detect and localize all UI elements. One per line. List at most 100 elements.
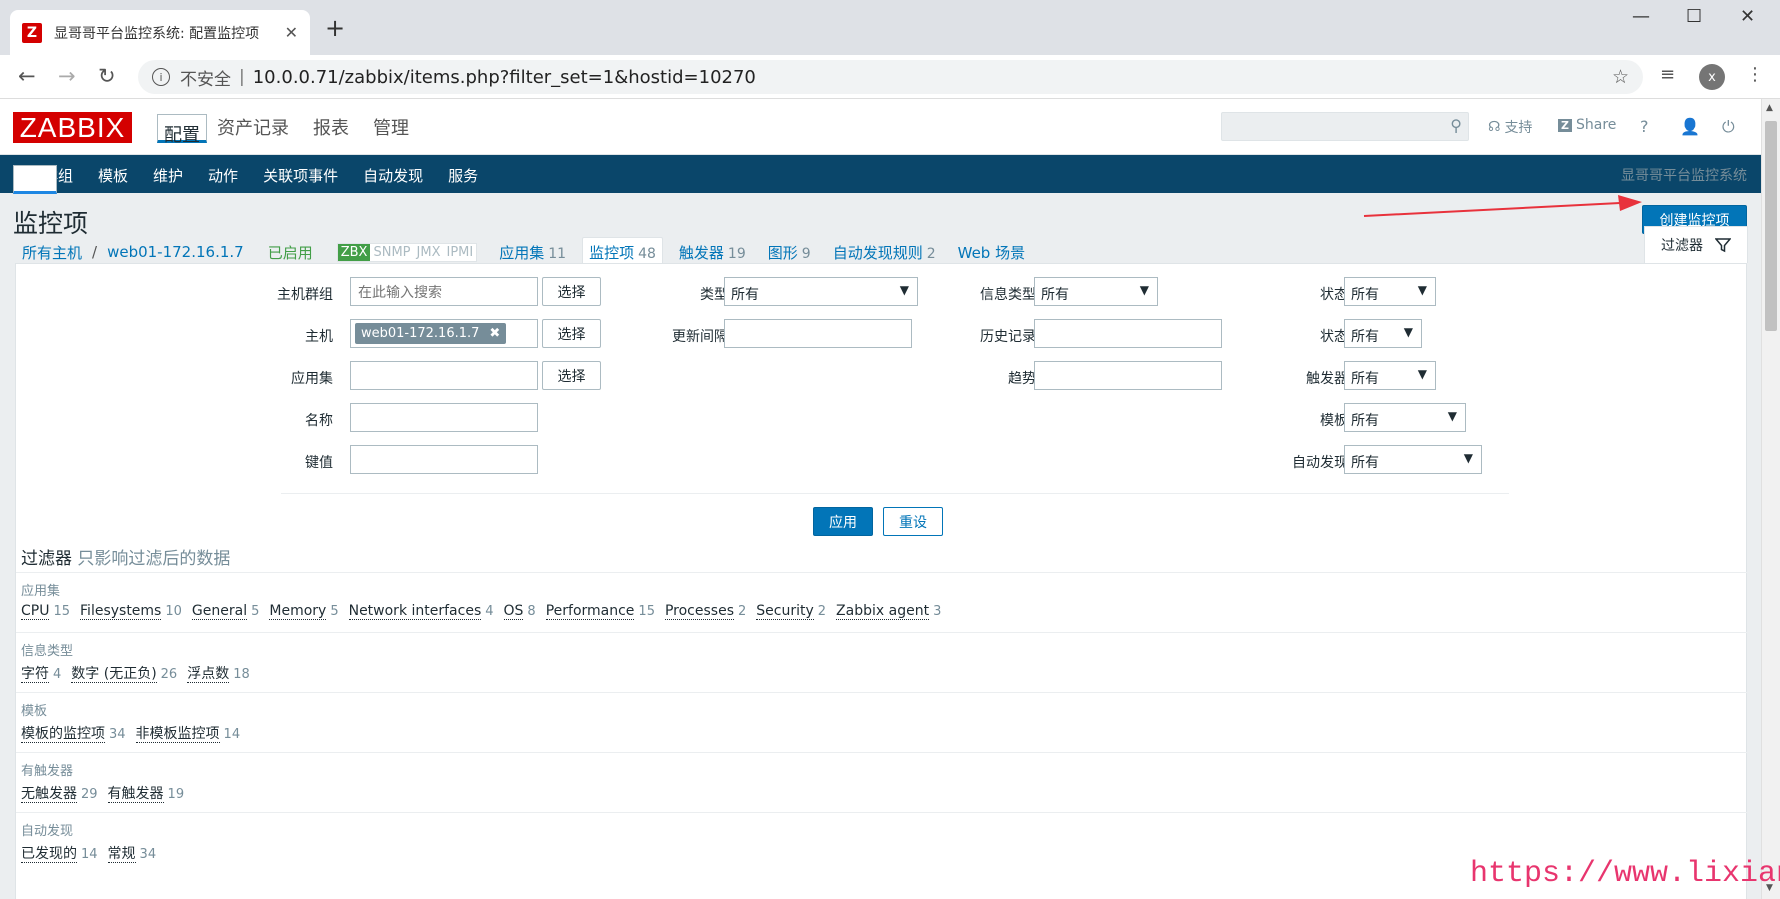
subfilter-item[interactable]: General 5 (191, 603, 259, 620)
breadcrumb-all-hosts[interactable]: 所有主机 (22, 242, 82, 263)
type-select[interactable]: 所有 ▼ (724, 277, 918, 306)
subfilter-item-name: 常规 (107, 846, 136, 863)
global-search-input[interactable]: ⚲ (1221, 112, 1469, 141)
share-logo-icon: Z (1558, 118, 1572, 132)
profile-avatar[interactable]: x (1699, 64, 1725, 90)
breadcrumb-host[interactable]: web01-172.16.1.7 (107, 243, 244, 261)
sub-menu: 主机群组 模板 主机 维护 动作 关联项事件 自动发现 服务 显哥哥平台监控系统 (0, 155, 1761, 194)
search-icon[interactable]: ⚲ (1450, 116, 1462, 135)
subfilter-item[interactable]: 模板的监控项 34 (21, 723, 126, 743)
state-label: 状态 (1320, 287, 1348, 303)
subfilter-item[interactable]: 浮点数 18 (187, 663, 250, 683)
reset-button[interactable]: 重设 (883, 507, 943, 536)
host-select-button[interactable]: 选择 (542, 319, 601, 348)
application-input[interactable] (350, 361, 538, 390)
browser-menu-icon[interactable]: ⋮ (1746, 64, 1764, 85)
subfilter-item[interactable]: CPU 15 (21, 603, 70, 620)
update-interval-input[interactable] (724, 319, 912, 348)
subfilter-item[interactable]: Filesystems 10 (80, 603, 182, 620)
omnibox[interactable]: i 不安全 | 10.0.0.71/zabbix/items.php?filte… (138, 60, 1643, 94)
forward-icon[interactable]: → (58, 64, 76, 88)
share-label: Share (1575, 117, 1617, 133)
trends-input[interactable] (1034, 361, 1222, 390)
host-group-select-button[interactable]: 选择 (542, 277, 601, 306)
back-icon[interactable]: ← (18, 64, 36, 88)
submenu-event-correlation[interactable]: 关联项事件 (263, 165, 338, 191)
top-menu-administration[interactable]: 管理 (373, 114, 409, 146)
subfilter-item-name: Performance (545, 603, 635, 620)
subfilter-item[interactable]: Performance 15 (545, 603, 655, 620)
host-status-enabled[interactable]: 已启用 (268, 242, 313, 263)
window-close-icon[interactable]: ✕ (1740, 6, 1755, 27)
browser-tab[interactable]: Z 显哥哥平台监控系统: 配置监控项 ✕ (10, 10, 310, 55)
submenu-services[interactable]: 服务 (448, 165, 478, 191)
tab-triggers[interactable]: 触发器 19 (679, 242, 746, 263)
submenu-maintenance[interactable]: 维护 (153, 165, 183, 191)
bookmark-star-icon[interactable]: ☆ (1612, 66, 1629, 88)
subfilter-item[interactable]: 字符 4 (21, 663, 61, 683)
maximize-icon[interactable]: ☐ (1686, 6, 1702, 27)
site-info-icon[interactable]: i (152, 68, 170, 86)
status-select[interactable]: 所有 ▼ (1344, 319, 1422, 348)
state-select[interactable]: 所有 ▼ (1344, 277, 1436, 306)
reload-icon[interactable]: ↻ (98, 64, 116, 88)
key-input[interactable] (350, 445, 538, 474)
top-menu-reports[interactable]: 报表 (313, 114, 349, 146)
tab-discovery-rules[interactable]: 自动发现规则 2 (833, 242, 936, 263)
host-group-input[interactable] (350, 277, 538, 306)
tab-web-scenarios[interactable]: Web 场景 (958, 242, 1025, 263)
submenu-hosts[interactable]: 主机 (13, 165, 58, 194)
vertical-scrollbar[interactable]: ▲ ▼ (1761, 99, 1780, 899)
url-text[interactable]: 10.0.0.71/zabbix/items.php?filter_set=1&… (253, 67, 756, 88)
zabbix-logo[interactable]: ZABBIX (13, 112, 132, 143)
subfilter-item[interactable]: 已发现的 14 (21, 843, 98, 863)
submenu-templates[interactable]: 模板 (98, 165, 128, 191)
subfilter-item-name: Filesystems (80, 603, 162, 620)
tab-applications[interactable]: 应用集 11 (499, 242, 566, 263)
support-link[interactable]: ☊ 支持 (1488, 117, 1532, 137)
subfilter-item[interactable]: OS 8 (503, 603, 536, 620)
subfilter-item[interactable]: 非模板监控项 14 (135, 723, 240, 743)
scroll-thumb[interactable] (1765, 121, 1777, 331)
chip-remove-icon[interactable]: ✖ (489, 326, 500, 341)
subfilter-item[interactable]: 有触发器 19 (107, 783, 185, 803)
filter-toggle-tab[interactable]: 过滤器 (1644, 226, 1748, 263)
tab-applications-count: 11 (548, 245, 567, 262)
subfilter-item-name: Zabbix agent (836, 603, 930, 620)
template-select[interactable]: 所有 ▼ (1344, 403, 1466, 432)
subfilter-item[interactable]: Security 2 (756, 603, 826, 620)
subfilter-heading: 信息类型 (21, 644, 74, 659)
minimize-icon[interactable]: — (1632, 6, 1650, 27)
scroll-up-icon[interactable]: ▲ (1766, 103, 1773, 113)
name-input[interactable] (350, 403, 538, 432)
subfilter-item[interactable]: 常规 34 (107, 843, 156, 863)
subfilter-item-count: 19 (167, 787, 185, 802)
triggers-select[interactable]: 所有 ▼ (1344, 361, 1436, 390)
top-menu-inventory[interactable]: 资产记录 (217, 114, 289, 146)
tab-graphs[interactable]: 图形 9 (768, 242, 811, 263)
subfilter-item[interactable]: Network interfaces 4 (348, 603, 494, 620)
submenu-discovery[interactable]: 自动发现 (363, 165, 423, 191)
new-tab-icon[interactable]: + (325, 16, 345, 40)
top-menu-configuration[interactable]: 配置 (157, 114, 207, 146)
history-input[interactable] (1034, 319, 1222, 348)
subfilter-item[interactable]: Zabbix agent 3 (836, 603, 941, 620)
reading-list-icon[interactable]: ≡ (1660, 64, 1675, 85)
subfilter-item[interactable]: Processes 2 (664, 603, 746, 620)
host-multiselect[interactable]: web01-172.16.1.7 ✖ (350, 319, 538, 348)
logout-icon[interactable]: ⏻ (1722, 117, 1735, 137)
application-select-button[interactable]: 选择 (542, 361, 601, 390)
user-profile-icon[interactable]: 👤 (1680, 117, 1700, 136)
subfilter-item-name: 模板的监控项 (21, 726, 105, 743)
help-icon[interactable]: ? (1640, 117, 1649, 136)
apply-button[interactable]: 应用 (813, 507, 873, 536)
discovery-select[interactable]: 所有 ▼ (1344, 445, 1482, 474)
subfilter-item[interactable]: 数字 (无正负) 26 (71, 663, 177, 683)
subfilter-item-count: 29 (81, 787, 98, 802)
info-type-select[interactable]: 所有 ▼ (1034, 277, 1158, 306)
submenu-actions[interactable]: 动作 (208, 165, 238, 191)
tab-close-icon[interactable]: ✕ (285, 23, 298, 42)
subfilter-item[interactable]: Memory 5 (269, 603, 339, 620)
subfilter-item[interactable]: 无触发器 29 (21, 783, 98, 803)
share-link[interactable]: Z Share (1558, 117, 1616, 133)
